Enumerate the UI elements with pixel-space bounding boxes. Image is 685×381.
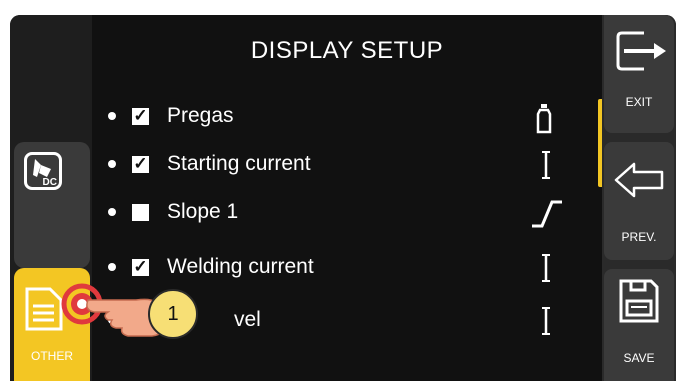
page-title: DISPLAY SETUP xyxy=(250,37,444,64)
checkbox[interactable]: ✓ xyxy=(132,154,149,173)
dc-badge: DC xyxy=(42,177,57,188)
arrow-left-icon xyxy=(614,162,664,198)
save-button-label: SAVE xyxy=(623,351,655,365)
list-item-pregas[interactable]: ✓ Pregas xyxy=(92,102,572,134)
exit-button-label: EXIT xyxy=(625,95,653,109)
slope-icon xyxy=(532,200,562,228)
bullet xyxy=(108,208,116,216)
tig-torch-icon: DC xyxy=(24,152,62,190)
step-callout: 1 xyxy=(148,289,198,339)
list-item-slope-1[interactable]: Slope 1 xyxy=(92,198,572,228)
checkbox[interactable]: ✓ xyxy=(132,106,149,125)
floppy-disk-icon xyxy=(619,279,659,323)
bullet xyxy=(108,160,116,168)
gas-bottle-icon xyxy=(536,104,552,134)
other-button-label: OTHER xyxy=(31,349,73,363)
list-item-label: Pregas xyxy=(167,104,234,127)
prev-button-label: PREV. xyxy=(621,230,657,244)
current-bar-icon xyxy=(542,254,550,282)
exit-arrow-icon xyxy=(616,31,666,71)
list-item-label: Starting current xyxy=(167,152,311,175)
bullet xyxy=(108,112,116,120)
previous-button[interactable]: PREV. xyxy=(604,142,674,260)
right-panel: EXIT PREV. SAVE xyxy=(602,15,676,381)
list-item-label: vel xyxy=(234,308,261,331)
current-bar-icon xyxy=(542,151,550,179)
current-bar-icon xyxy=(542,307,550,335)
display-setup-screen: DC OTHER DISPLAY SETUP ✓ Pregas ✓ Starti… xyxy=(0,0,685,381)
checkbox[interactable] xyxy=(132,204,149,221)
dc-mode-button[interactable]: DC xyxy=(14,142,90,268)
save-button[interactable]: SAVE xyxy=(604,269,674,381)
exit-button[interactable]: EXIT xyxy=(604,15,674,133)
list-item-starting-current[interactable]: ✓ Starting current xyxy=(92,150,572,180)
list-item-label: Slope 1 xyxy=(167,200,239,223)
